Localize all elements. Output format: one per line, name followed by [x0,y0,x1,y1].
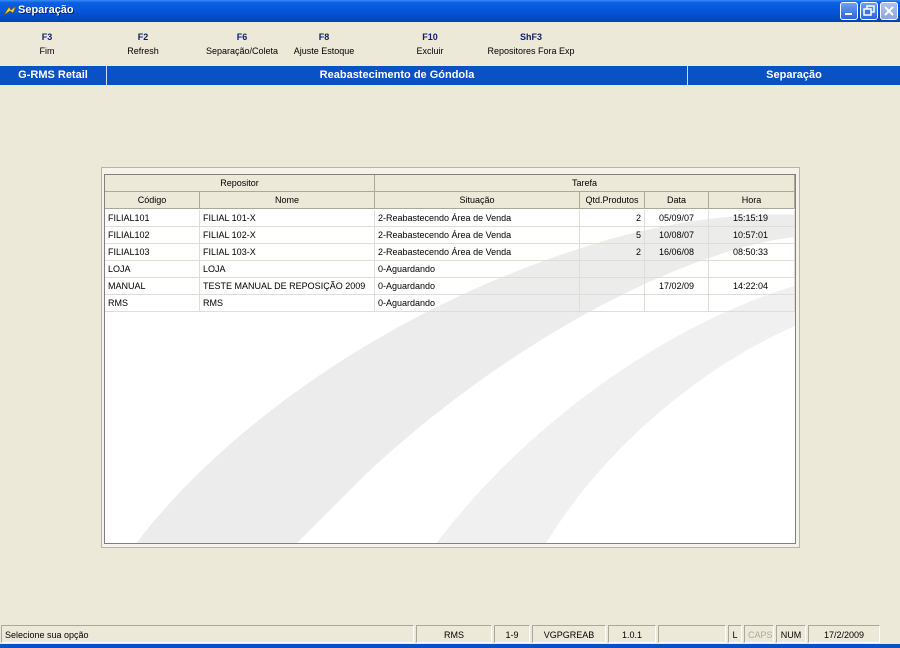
group-header-tarefa: Tarefa [375,175,795,192]
window-title: Separação [18,4,74,16]
column-header-data[interactable]: Data [645,192,709,209]
table-row-cell[interactable]: LOJA [105,261,200,278]
table-row-cell[interactable]: 5 [580,227,645,244]
table-row-cell[interactable]: FILIAL101 [105,210,200,227]
fkey-label: Fim [39,46,55,56]
column-header-situacao[interactable]: Situação [375,192,580,209]
status-range: 1-9 [494,625,530,643]
status-empty [658,625,726,643]
table-row-cell[interactable]: MANUAL [105,278,200,295]
table-row-cell[interactable]: FILIAL103 [105,244,200,261]
table-row-cell[interactable]: 14:22:04 [709,278,795,295]
status-l: L [728,625,742,643]
table-row-cell[interactable]: RMS [105,295,200,312]
status-message: Selecione sua opção [1,625,414,643]
restore-icon [863,5,875,16]
table-row-cell[interactable]: 16/06/08 [645,244,709,261]
table-row-cell[interactable]: 10:57:01 [709,227,795,244]
repositor-grid[interactable]: Repositor Tarefa Código Nome Situação Qt… [104,174,796,544]
table-row-cell[interactable]: 0-Aguardando [375,295,580,312]
table-row-cell[interactable]: RMS [200,295,375,312]
table-row-cell[interactable]: 2-Reabastecendo Área de Venda [375,210,580,227]
fkey-label: Excluir [416,46,444,56]
status-caps: CAPS [744,625,774,643]
status-program: VGPGREAB [532,625,606,643]
close-button[interactable] [880,2,898,20]
fkey-ajuste-estoque[interactable]: F8 Ajuste Estoque [288,32,360,57]
fkey-fim[interactable]: F3 Fim [30,32,64,57]
screen-title: Reabastecimento de Góndola [319,69,475,81]
minimize-icon [845,13,852,15]
table-row-cell[interactable]: 15:15:19 [709,210,795,227]
minimize-button[interactable] [840,2,858,20]
fkey-label: Refresh [127,46,159,56]
fkey-separacao-coleta[interactable]: F6 Separação/Coleta [200,32,284,57]
column-header-nome[interactable]: Nome [200,192,375,209]
group-header-repositor: Repositor [105,175,375,192]
table-row-cell[interactable]: 2 [580,210,645,227]
title-bar: Separação [0,0,900,22]
table-row-cell[interactable]: 17/02/09 [645,278,709,295]
fkey-code: F8 [318,32,330,42]
fkey-label: Ajuste Estoque [293,46,355,56]
table-row-cell[interactable]: 2 [580,244,645,261]
table-row-cell[interactable]: FILIAL 101-X [200,210,375,227]
table-row-cell[interactable]: 05/09/07 [645,210,709,227]
table-row-cell[interactable]: 0-Aguardando [375,261,580,278]
fkey-label: Separação/Coleta [205,46,279,56]
status-bar: Selecione sua opção RMS 1-9 VGPGREAB 1.0… [0,624,900,644]
column-header-qtd-produtos[interactable]: Qtd.Produtos [580,192,645,209]
fkey-excluir[interactable]: F10 Excluir [410,32,450,57]
table-row-cell[interactable] [709,261,795,278]
fkey-refresh[interactable]: F2 Refresh [120,32,166,57]
close-icon [884,6,894,16]
app-icon [3,4,17,18]
table-row-cell[interactable]: FILIAL 102-X [200,227,375,244]
fkey-label: Repositores Fora Exp [487,46,575,56]
function-key-bar: F3 Fim F2 Refresh F6 Separação/Coleta F8… [0,22,900,65]
table-row-cell[interactable] [709,295,795,312]
table-row-cell[interactable]: FILIAL102 [105,227,200,244]
table-row-cell[interactable]: LOJA [200,261,375,278]
header-band: G-RMS Retail Reabastecimento de Góndola … [0,66,900,85]
fkey-code: F6 [236,32,248,42]
restore-button[interactable] [860,2,878,20]
column-header-hora[interactable]: Hora [709,192,795,209]
status-user: RMS [416,625,492,643]
status-num: NUM [776,625,806,643]
table-row-cell[interactable]: 0-Aguardando [375,278,580,295]
table-row-cell[interactable] [645,295,709,312]
table-row-cell[interactable]: 2-Reabastecendo Área de Venda [375,244,580,261]
table-row-cell[interactable] [580,295,645,312]
table-row-cell[interactable]: 10/08/07 [645,227,709,244]
table-row-cell[interactable] [580,261,645,278]
status-date: 17/2/2009 [808,625,880,643]
fkey-code: F3 [41,32,53,42]
table-row-cell[interactable]: 08:50:33 [709,244,795,261]
table-row-cell[interactable]: 2-Reabastecendo Área de Venda [375,227,580,244]
fkey-repositores-fora-exp[interactable]: ShF3 Repositores Fora Exp [482,32,580,57]
table-row-cell[interactable]: TESTE MANUAL DE REPOSIÇÃO 2009 [200,278,375,295]
fkey-code: ShF3 [519,32,542,42]
bottom-border [0,644,900,648]
system-name: G-RMS Retail [18,69,88,81]
module-name: Separação [766,69,822,81]
table-row-cell[interactable] [645,261,709,278]
table-row-cell[interactable]: FILIAL 103-X [200,244,375,261]
column-header-codigo[interactable]: Código [105,192,200,209]
status-version: 1.0.1 [608,625,656,643]
fkey-code: F10 [422,32,438,42]
table-row-cell[interactable] [580,278,645,295]
fkey-code: F2 [137,32,149,42]
